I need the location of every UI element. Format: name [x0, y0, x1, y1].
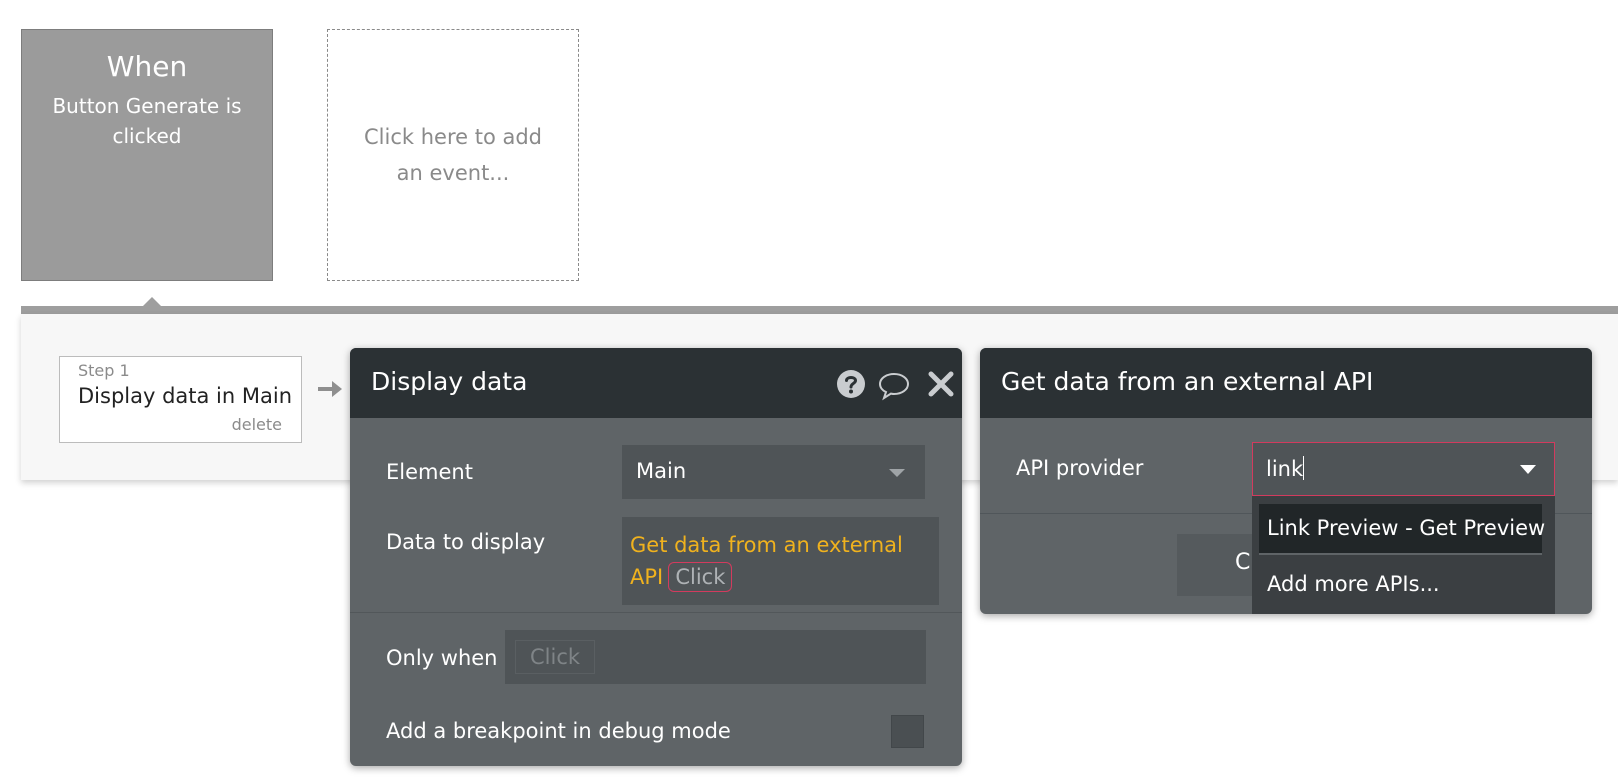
api-provider-label: API provider [1016, 456, 1144, 480]
section-divider [350, 612, 962, 613]
event-block-when[interactable]: When Button Generate is clicked [21, 29, 273, 281]
event-title: When [106, 50, 188, 83]
panel-title: Display data [371, 367, 528, 396]
strip-notch [142, 297, 162, 307]
panel-header: Display data [350, 348, 962, 418]
external-api-panel: Get data from an external API API provid… [980, 348, 1592, 614]
element-dropdown[interactable]: Main [622, 445, 925, 499]
add-event-block[interactable]: Click here to add an event... [327, 29, 579, 281]
api-provider-value: link [1266, 457, 1304, 481]
step-name: Display data in Main [78, 384, 293, 408]
element-value: Main [636, 459, 687, 483]
api-provider-dropdown-list: Link Preview - Get Preview Add more APIs… [1252, 496, 1555, 614]
breakpoint-label: Add a breakpoint in debug mode [386, 719, 731, 743]
expression-click-placeholder[interactable]: Click [668, 562, 733, 592]
data-to-display-label: Data to display [386, 530, 546, 554]
text-cursor [1303, 456, 1305, 480]
panel-title: Get data from an external API [1001, 367, 1374, 396]
chevron-down-icon [889, 469, 905, 477]
only-when-label: Only when [386, 646, 498, 670]
workflow-strip-border [21, 306, 1618, 314]
chevron-down-icon[interactable] [1520, 465, 1536, 474]
panel-header: Get data from an external API [980, 348, 1592, 418]
partially-hidden-button-label: C [1235, 550, 1251, 575]
arrow-right-icon [318, 381, 342, 397]
element-label: Element [386, 460, 473, 484]
only-when-field[interactable]: Click [505, 630, 926, 684]
breakpoint-checkbox[interactable] [891, 715, 924, 748]
comment-icon[interactable] [877, 368, 911, 402]
dropdown-option-add-more-apis[interactable]: Add more APIs... [1267, 568, 1440, 600]
help-icon[interactable] [834, 367, 868, 401]
close-icon[interactable] [924, 367, 958, 401]
event-description: Button Generate is clicked [52, 94, 242, 148]
api-provider-input[interactable]: link [1252, 442, 1555, 496]
only-when-click-placeholder[interactable]: Click [515, 640, 596, 674]
step-card[interactable]: Step 1 Display data in Main delete [59, 356, 302, 443]
add-event-placeholder: Click here to add an event... [364, 125, 542, 185]
display-data-panel: Display data Element Main Data to displa… [350, 348, 962, 766]
step-number: Step 1 [78, 361, 130, 380]
data-to-display-field[interactable]: Get data from an external API Click [622, 517, 939, 605]
step-delete-link[interactable]: delete [232, 415, 282, 434]
dropdown-option-link-preview[interactable]: Link Preview - Get Preview [1259, 504, 1545, 555]
